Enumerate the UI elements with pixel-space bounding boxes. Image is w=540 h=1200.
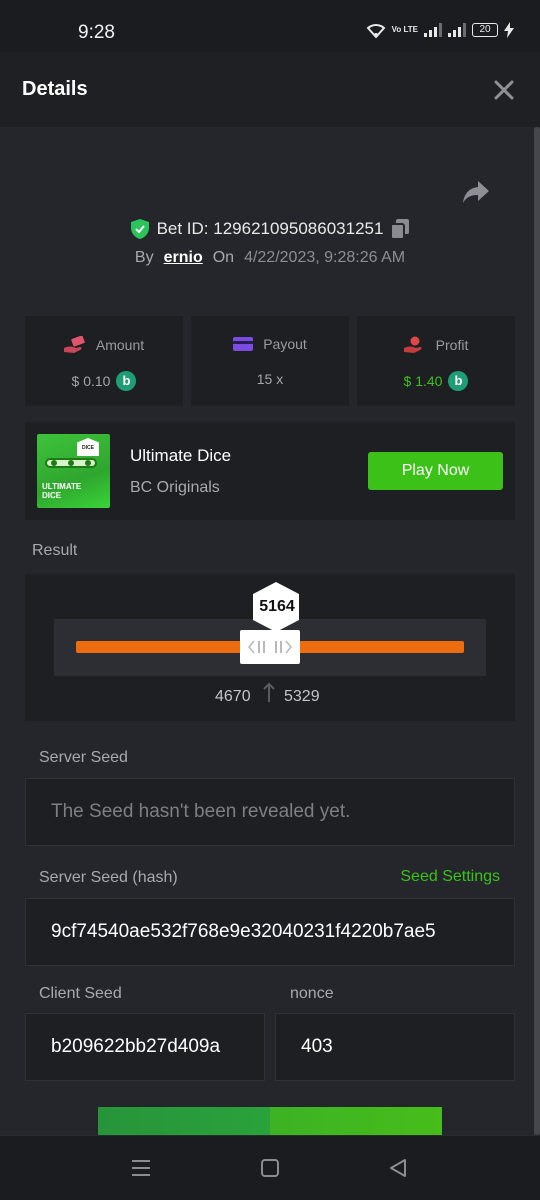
server-seed-hash-value: 9cf74540ae532f768e9e32040231f4220b7ae5 <box>51 921 436 942</box>
range-low: 4670 <box>215 688 251 705</box>
server-seed-field[interactable]: The Seed hasn't been revealed yet. <box>25 778 515 846</box>
stat-amount-label: Amount <box>95 337 145 353</box>
range-high: 5329 <box>284 688 320 705</box>
game-provider: BC Originals <box>130 479 220 496</box>
status-time: 9:28 <box>78 22 115 43</box>
details-content[interactable]: Bet ID: 129621095086031251 By ernio On 4… <box>0 127 540 1135</box>
bet-stats: Amount $ 0.10 b Payout 15 x Profit $ 1.4… <box>25 316 515 406</box>
stat-payout-value: 15 x <box>256 371 284 387</box>
bet-id: Bet ID: 129621095086031251 <box>156 219 384 238</box>
money-hand-icon <box>63 336 85 353</box>
game-card: DICE ULTIMATE DICE Ultimate Dice BC Orig… <box>25 422 515 520</box>
bcd-coin-icon: b <box>116 371 137 391</box>
client-seed-label: Client Seed <box>39 985 122 1002</box>
game-name: Ultimate Dice <box>130 446 232 465</box>
profit-hand-icon <box>403 336 422 353</box>
game-thumbnail[interactable]: DICE ULTIMATE DICE <box>37 434 110 508</box>
signal-icon-2 <box>448 23 466 37</box>
play-now-button[interactable]: Play Now <box>368 452 503 490</box>
volte-icon: Vo LTE <box>391 25 418 34</box>
page-title: Details <box>22 78 88 100</box>
result-box: 5164 4670 5329 <box>25 574 515 721</box>
copy-icon[interactable] <box>391 219 410 239</box>
arrow-up-icon <box>263 682 275 702</box>
stat-payout: Payout 15 x <box>191 316 349 406</box>
back-icon[interactable] <box>388 1158 408 1178</box>
status-icons: Vo LTE 20 <box>366 22 514 38</box>
bcd-coin-icon: b <box>448 371 469 391</box>
seed-settings-link[interactable]: Seed Settings <box>400 868 500 886</box>
server-seed-label: Server Seed <box>39 749 128 766</box>
client-seed-field[interactable]: b209622bb27d409a <box>25 1013 265 1081</box>
thumb-title: ULTIMATE DICE <box>42 482 82 500</box>
bet-meta-row: By ernio On 4/22/2023, 9:28:26 AM <box>0 249 540 267</box>
server-seed-value: The Seed hasn't been revealed yet. <box>51 801 351 822</box>
share-icon[interactable] <box>462 179 490 205</box>
by-label: By <box>134 249 154 266</box>
server-seed-hash-label: Server Seed (hash) <box>39 869 178 886</box>
charging-icon <box>504 22 514 38</box>
wifi-icon <box>366 24 386 38</box>
on-label: On <box>212 249 235 266</box>
stat-amount: Amount $ 0.10 b <box>25 316 183 406</box>
home-icon[interactable] <box>260 1158 280 1178</box>
bet-datetime: 4/22/2023, 9:28:26 AM <box>244 249 406 266</box>
nonce-field[interactable]: 403 <box>275 1013 515 1081</box>
close-icon[interactable] <box>492 78 516 102</box>
stat-profit-value: $ 1.40 <box>403 373 443 389</box>
thumb-dots <box>51 460 91 466</box>
nonce-value: 403 <box>301 1036 333 1057</box>
scrollbar-thumb[interactable] <box>534 127 540 1135</box>
signal-icon <box>424 23 442 37</box>
slider-handle <box>240 630 300 664</box>
stat-profit-label: Profit <box>435 337 469 353</box>
result-value: 5164 <box>259 598 295 615</box>
thumb-badge: DICE <box>77 438 99 456</box>
nonce-label: nonce <box>290 985 334 1002</box>
stat-profit: Profit $ 1.40 b <box>357 316 515 406</box>
status-bar: 9:28 Vo LTE 20 <box>0 0 540 52</box>
details-header: Details <box>0 52 540 127</box>
battery-icon: 20 <box>472 23 498 37</box>
bet-id-row: Bet ID: 129621095086031251 <box>0 217 540 241</box>
scrollbar[interactable] <box>534 127 540 1135</box>
client-seed-value: b209622bb27d409a <box>51 1036 221 1057</box>
username-link[interactable]: ernio <box>164 249 203 267</box>
recent-apps-icon[interactable] <box>131 1158 151 1178</box>
verify-button[interactable] <box>98 1107 442 1135</box>
stat-amount-value: $ 0.10 <box>71 373 111 389</box>
drag-handle-icon <box>248 640 292 654</box>
shield-check-icon <box>130 219 149 239</box>
wallet-card-icon <box>233 337 254 351</box>
stat-payout-label: Payout <box>263 336 307 352</box>
system-nav-bar <box>0 1135 540 1200</box>
result-label: Result <box>32 542 78 559</box>
server-seed-hash-field[interactable]: 9cf74540ae532f768e9e32040231f4220b7ae5 <box>25 898 515 966</box>
